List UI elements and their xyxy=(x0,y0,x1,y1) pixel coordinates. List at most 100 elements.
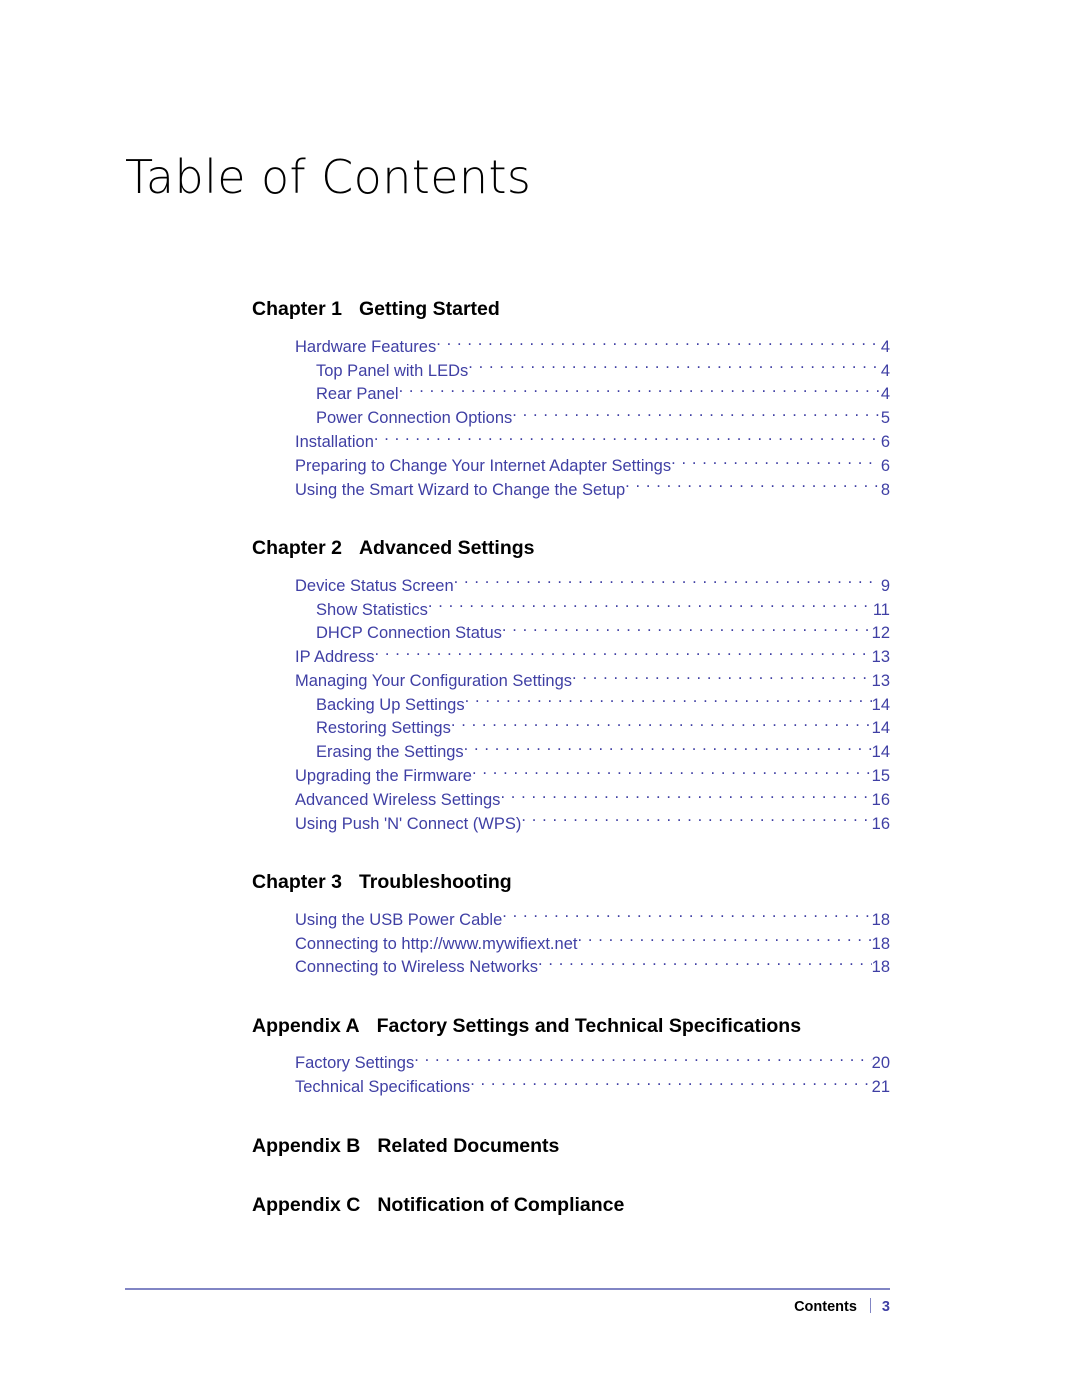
toc-entry[interactable]: Managing Your Configuration Settings 13 xyxy=(0,669,1080,693)
toc-leader-dots xyxy=(572,669,872,686)
toc-entry-label: Technical Specifications xyxy=(295,1078,471,1097)
toc-group-number: Chapter 3 xyxy=(252,870,342,893)
toc-leader-dots xyxy=(625,478,880,495)
page-footer: Contents 3 xyxy=(0,1298,890,1315)
toc-leader-dots xyxy=(374,431,880,448)
toc-entry[interactable]: Rear Panel 4 xyxy=(0,383,1080,407)
toc-entry-label: Device Status Screen xyxy=(295,576,454,595)
toc-entry-page-number: 11 xyxy=(872,600,890,619)
toc-entry-label: IP Address xyxy=(295,648,375,667)
toc-group-heading[interactable]: Appendix A Factory Settings and Technical… xyxy=(0,1013,1080,1039)
toc-entry-page-number: 4 xyxy=(880,361,890,380)
toc-entry[interactable]: Backing Up Settings 14 xyxy=(0,693,1080,717)
toc-entry-list: Device Status Screen 9 Show Statistics 11 DH… xyxy=(0,574,1080,836)
toc-entry-page-number: 4 xyxy=(880,385,890,404)
toc-entry-label: Upgrading the Firmware xyxy=(295,767,472,786)
toc-leader-dots xyxy=(464,741,872,758)
toc-entry-label: Factory Settings xyxy=(295,1054,415,1073)
toc-group-heading[interactable]: Appendix B Related Documents xyxy=(0,1133,1080,1159)
toc-group-title: Troubleshooting xyxy=(358,870,512,893)
toc-entry-page-number: 13 xyxy=(871,648,890,667)
toc-entry-page-number: 20 xyxy=(871,1054,890,1073)
toc-leader-dots xyxy=(470,1076,871,1093)
toc-group-heading[interactable]: Chapter 1 Getting Started xyxy=(0,296,1080,322)
toc-entry-label: Using Push 'N' Connect (WPS) xyxy=(295,814,522,833)
toc-entry[interactable]: Preparing to Change Your Internet Adapte… xyxy=(0,454,1080,478)
toc-entry-page-number: 4 xyxy=(880,337,890,356)
toc-entry-page-number: 8 xyxy=(880,480,890,499)
toc-entry-label: Advanced Wireless Settings xyxy=(295,790,501,809)
toc-entry[interactable]: Upgrading the Firmware 15 xyxy=(0,765,1080,789)
toc-entry-page-number: 16 xyxy=(871,790,890,809)
document-page: Table of Contents Chapter 1 Getting Start… xyxy=(0,0,1080,1397)
toc-entry-label: Erasing the Settings xyxy=(316,743,464,762)
toc-leader-dots xyxy=(465,693,872,710)
toc-leader-dots xyxy=(472,765,872,782)
toc-leader-dots xyxy=(521,812,871,829)
toc-entry[interactable]: Restoring Settings 14 xyxy=(0,717,1080,741)
footer-divider xyxy=(125,1288,890,1290)
table-of-contents: Chapter 1 Getting Started Hardware Feature… xyxy=(0,296,1080,1251)
toc-group-heading[interactable]: Chapter 2 Advanced Settings xyxy=(0,535,1080,561)
toc-entry-list: Factory Settings 20 Technical Specificatio… xyxy=(0,1052,1080,1100)
toc-entry-page-number: 6 xyxy=(880,456,890,475)
toc-entry-label: Using the Smart Wizard to Change the Set… xyxy=(295,480,626,499)
footer-label: Contents xyxy=(794,1299,857,1315)
toc-entry[interactable]: Top Panel with LEDs 4 xyxy=(0,359,1080,383)
toc-entry[interactable]: Installation 6 xyxy=(0,431,1080,455)
toc-group-title: Related Documents xyxy=(377,1134,560,1157)
toc-entry-page-number: 21 xyxy=(871,1078,890,1097)
toc-leader-dots xyxy=(512,407,880,424)
toc-group: Chapter 2 Advanced Settings Device Status … xyxy=(0,535,1080,869)
toc-group-number: Chapter 1 xyxy=(252,298,342,320)
toc-leader-dots xyxy=(500,788,871,805)
toc-entry-page-number: 18 xyxy=(871,934,890,953)
toc-entry[interactable]: Erasing the Settings 14 xyxy=(0,741,1080,765)
toc-group: Appendix A Factory Settings and Technical… xyxy=(0,1013,1080,1133)
toc-leader-dots xyxy=(671,454,880,471)
toc-entry[interactable]: Connecting to http://www.mywifiext.net 18 xyxy=(0,932,1080,956)
toc-entry-label: Rear Panel xyxy=(316,385,399,404)
toc-entry-page-number: 14 xyxy=(871,719,890,738)
toc-entry-label: Managing Your Configuration Settings xyxy=(295,671,573,690)
toc-entry[interactable]: Factory Settings 20 xyxy=(0,1052,1080,1076)
toc-group-number: Chapter 2 xyxy=(252,536,342,559)
toc-entry[interactable]: Using the Smart Wizard to Change the Set… xyxy=(0,478,1080,502)
toc-entry[interactable]: Advanced Wireless Settings 16 xyxy=(0,788,1080,812)
toc-leader-dots xyxy=(538,956,872,973)
toc-group-heading[interactable]: Chapter 3 Troubleshooting xyxy=(0,869,1080,895)
toc-entry[interactable]: Power Connection Options 5 xyxy=(0,407,1080,431)
toc-entry[interactable]: Show Statistics 11 xyxy=(0,598,1080,622)
toc-entry[interactable]: IP Address 13 xyxy=(0,646,1080,670)
toc-entry-label: Power Connection Options xyxy=(316,409,513,428)
toc-entry-page-number: 14 xyxy=(871,695,890,714)
toc-entry-label: Backing Up Settings xyxy=(316,695,465,714)
toc-entry[interactable]: DHCP Connection Status 12 xyxy=(0,622,1080,646)
toc-group-title: Notification of Compliance xyxy=(377,1193,625,1216)
toc-entry[interactable]: Using Push 'N' Connect (WPS) 16 xyxy=(0,812,1080,836)
toc-group-heading[interactable]: Appendix C Notification of Compliance xyxy=(0,1192,1080,1218)
toc-entry-label: DHCP Connection Status xyxy=(316,624,502,643)
toc-entry-page-number: 9 xyxy=(880,576,890,595)
toc-entry[interactable]: Hardware Features 4 xyxy=(0,335,1080,359)
footer-separator xyxy=(869,1298,871,1313)
toc-entry-page-number: 18 xyxy=(871,958,890,977)
toc-entry[interactable]: Device Status Screen 9 xyxy=(0,574,1080,598)
toc-entry[interactable]: Technical Specifications 21 xyxy=(0,1076,1080,1100)
toc-group: Appendix C Notification of Compliance xyxy=(0,1192,1080,1251)
toc-entry[interactable]: Using the USB Power Cable 18 xyxy=(0,908,1080,932)
toc-entry[interactable]: Connecting to Wireless Networks 18 xyxy=(0,956,1080,980)
footer-page-number: 3 xyxy=(881,1299,890,1315)
toc-entry-page-number: 15 xyxy=(871,767,890,786)
toc-leader-dots xyxy=(577,932,871,949)
toc-entry-label: Hardware Features xyxy=(295,337,437,356)
